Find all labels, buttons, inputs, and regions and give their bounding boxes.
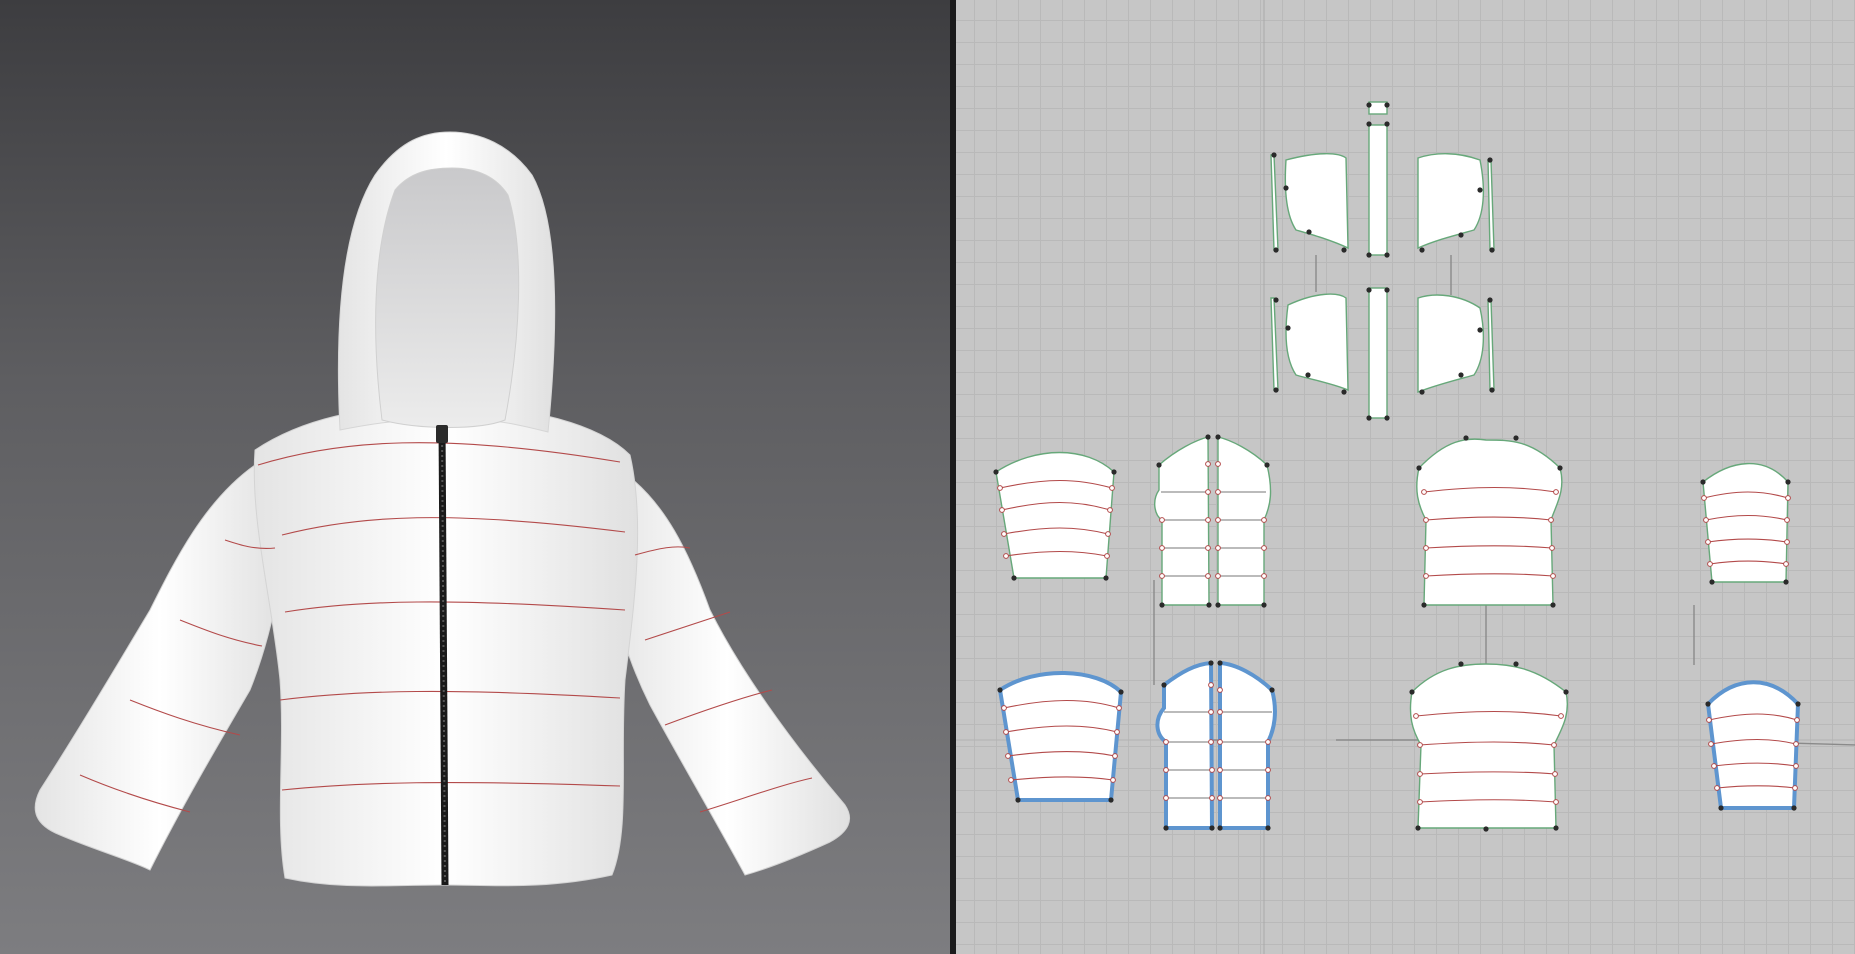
hood-opening [375,167,520,428]
pattern-piece-back-lining[interactable] [1409,661,1569,832]
pattern-piece-front-right-lining[interactable] [1217,660,1277,831]
2d-pattern-viewport[interactable] [956,0,1855,954]
pattern-piece-sleeve-left-lining[interactable] [997,671,1124,803]
pattern-piece-hood-lining-center[interactable] [1366,287,1390,421]
right-sleeve[interactable] [604,469,850,876]
pattern-piece-hood-lining-left[interactable] [1270,293,1349,395]
pattern-piece-hood-side-right[interactable] [1417,153,1495,253]
pattern-piece-hood-center-strip[interactable] [1366,101,1390,258]
pattern-piece-hood-lining-right[interactable] [1417,294,1495,395]
pattern-piece-front-left-lining[interactable] [1155,660,1215,831]
app-window [0,0,1855,954]
pattern-piece-hood-side-left[interactable] [1270,152,1349,253]
zipper-pull-icon [436,425,448,443]
garment-3d-render[interactable] [0,0,950,954]
pattern-canvas[interactable] [956,0,1855,954]
pattern-piece-front-right[interactable] [1215,434,1272,608]
pattern-piece-back[interactable] [1416,435,1563,608]
pattern-piece-sleeve-right[interactable] [1700,462,1791,585]
3d-viewport[interactable] [0,0,950,954]
pattern-piece-front-left[interactable] [1154,434,1212,608]
pattern-piece-sleeve-left[interactable] [993,451,1117,581]
left-sleeve[interactable] [34,464,286,871]
pattern-piece-sleeve-right-lining[interactable] [1705,680,1801,811]
